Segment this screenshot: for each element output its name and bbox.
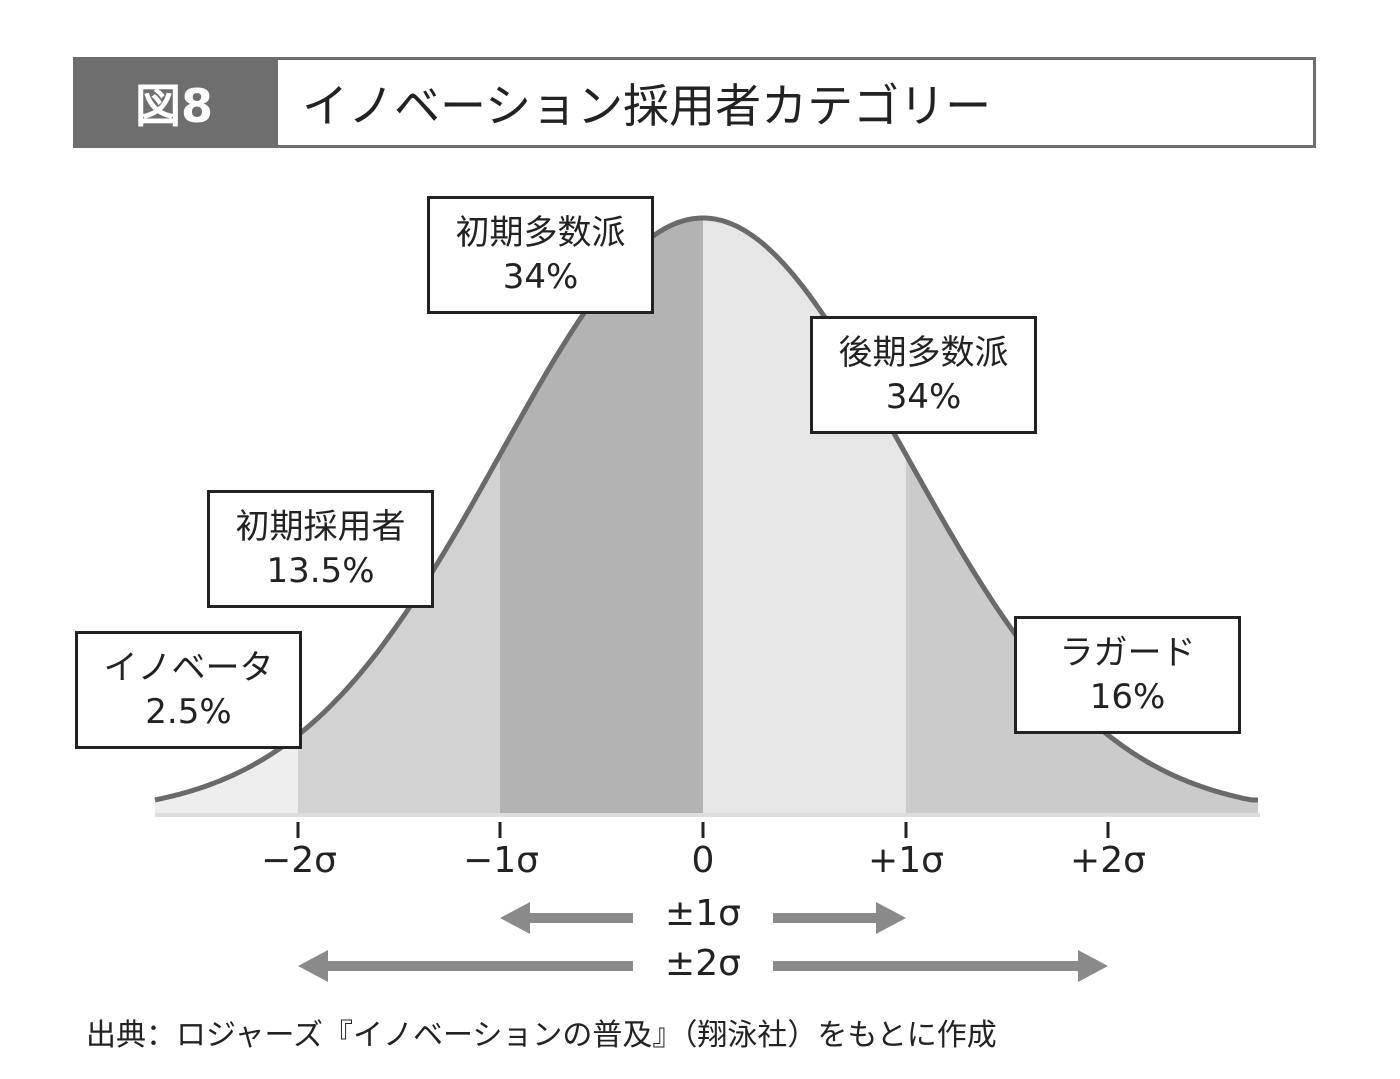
range-label-1-sigma: ±1σ	[633, 893, 773, 934]
figure-number: 図8	[73, 57, 275, 148]
range-arrow-1-sigma-right	[768, 902, 906, 934]
range-label-2-sigma: ±2σ	[633, 943, 773, 984]
late-majority-percent: 34%	[885, 377, 962, 417]
axis-ticks	[296, 822, 1110, 838]
tick-label-minus-1-sigma: −1σ	[463, 840, 539, 881]
late-majority-label: 後期多数派	[838, 332, 1009, 373]
innovators-label: イノベータ	[103, 647, 274, 688]
tick-label-zero: 0	[691, 840, 715, 881]
range-arrow-2-sigma-right	[768, 950, 1108, 982]
page-title: イノベーション採用者カテゴリー	[275, 57, 1316, 148]
late-majority-box: 後期多数派 34%	[810, 316, 1037, 434]
early-adopters-percent: 13.5%	[266, 551, 375, 591]
early-majority-label: 初期多数派	[455, 212, 626, 253]
tick-label-minus-2-sigma: −2σ	[261, 840, 337, 881]
tick-label-plus-1-sigma: +1σ	[868, 840, 944, 881]
early-adopters-box: 初期採用者 13.5%	[207, 490, 434, 608]
early-adopters-label: 初期採用者	[235, 506, 406, 547]
range-arrow-2-sigma-left	[298, 950, 640, 982]
laggards-percent: 16%	[1089, 677, 1166, 717]
laggards-label: ラガード	[1059, 632, 1196, 673]
innovators-percent: 2.5%	[145, 692, 232, 732]
range-arrow-1-sigma-left	[500, 902, 640, 934]
late-majority-region	[703, 218, 906, 815]
tick-label-plus-2-sigma: +2σ	[1070, 840, 1146, 881]
early-majority-box: 初期多数派 34%	[427, 196, 654, 314]
innovators-box: イノベータ 2.5%	[75, 631, 302, 749]
laggards-box: ラガード 16%	[1014, 616, 1241, 734]
early-majority-percent: 34%	[502, 257, 579, 297]
source-note: 出典：ロジャーズ『イノベーションの普及』（翔泳社）をもとに作成	[86, 1018, 997, 1053]
